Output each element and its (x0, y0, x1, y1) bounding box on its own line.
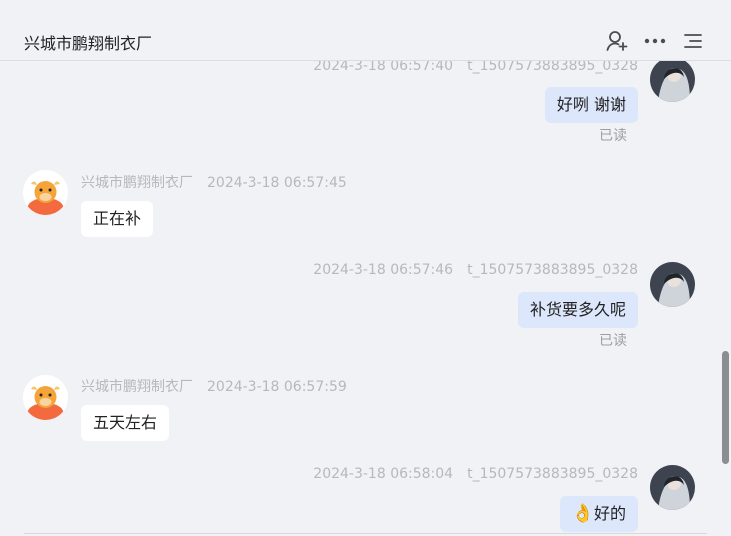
read-status: 已读 (599, 333, 627, 349)
read-status: 已读 (599, 128, 627, 144)
avatar[interactable] (650, 465, 695, 510)
message-time: 2024-3-18 06:57:45 (207, 175, 347, 191)
message-meta: 2024-3-18 06:57:40 t_1507573883895_0328 (313, 60, 638, 74)
avatar[interactable] (650, 262, 695, 307)
menu-icon[interactable] (681, 29, 705, 53)
chat-header: 兴城市鹏翔制衣厂 (0, 0, 731, 61)
message-bubble[interactable]: 好咧 谢谢 (544, 87, 638, 123)
message-bubble[interactable]: 五天左右 (81, 405, 170, 441)
message-time: 2024-3-18 06:57:40 (313, 60, 454, 74)
message-time: 2024-3-18 06:57:59 (207, 379, 347, 395)
divider (24, 533, 707, 534)
message-meta: 兴城市鹏翔制衣厂 2024-3-18 06:57:45 (81, 172, 347, 192)
message-meta: 2024-3-18 06:58:04 t_1507573883895_0328 (313, 466, 638, 482)
message-bubble[interactable]: 补货要多久呢 (517, 292, 638, 328)
message-sender: 兴城市鹏翔制衣厂 (81, 175, 193, 191)
message-bubble[interactable]: 正在补 (81, 201, 154, 237)
message-meta: 2024-3-18 06:57:46 t_1507573883895_0328 (313, 262, 638, 278)
message-text: 好的 (593, 504, 626, 523)
message-sender: t_1507573883895_0328 (467, 262, 638, 278)
message-meta: 兴城市鹏翔制衣厂 2024-3-18 06:57:59 (81, 376, 347, 396)
message-bubble[interactable]: 👌好的 (559, 496, 638, 532)
message-sender: t_1507573883895_0328 (467, 60, 638, 74)
avatar[interactable] (23, 375, 68, 420)
avatar[interactable] (650, 60, 695, 102)
chat-title: 兴城市鹏翔制衣厂 (24, 34, 153, 53)
message-sender: 兴城市鹏翔制衣厂 (81, 379, 193, 395)
avatar[interactable] (23, 170, 68, 215)
message-time: 2024-3-18 06:57:46 (313, 262, 454, 278)
scrollbar[interactable] (722, 351, 729, 464)
message-sender: t_1507573883895_0328 (467, 466, 638, 482)
add-contact-icon[interactable] (605, 29, 629, 53)
message-time: 2024-3-18 06:58:04 (313, 466, 454, 482)
more-icon[interactable] (643, 29, 667, 53)
ok-hand-emoji: 👌 (571, 503, 594, 524)
message-list[interactable]: 2024-3-18 06:57:40 t_1507573883895_0328 好… (0, 60, 720, 536)
